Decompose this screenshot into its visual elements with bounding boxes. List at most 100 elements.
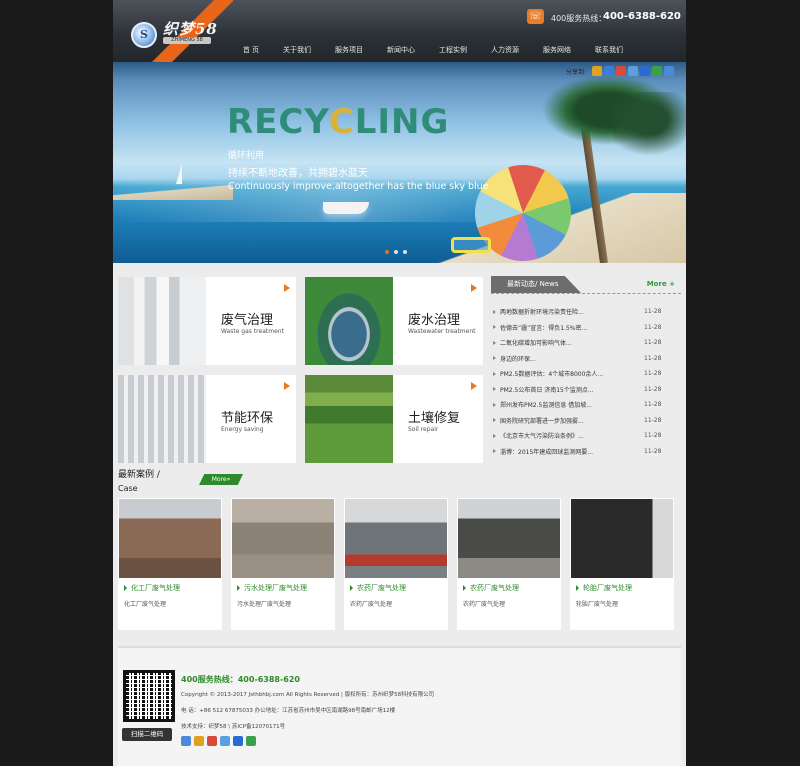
wastewater-image <box>305 277 393 365</box>
banner-slogan-cn2: 持续不断地改善，共拥碧水蓝天 <box>228 168 368 179</box>
share-more-icon[interactable] <box>664 66 674 76</box>
share-wechat-icon[interactable] <box>652 66 662 76</box>
case-description: 轮胎厂废气处理 <box>576 601 619 608</box>
bullet-icon <box>493 387 496 392</box>
news-item[interactable]: 两地数据折射环境污染责任险... 11-28 <box>493 304 679 320</box>
bullet-icon <box>493 356 496 361</box>
news-item[interactable]: PM2.5公布首日 济南15个监测点... 11-28 <box>493 382 679 398</box>
share-more-icon[interactable] <box>181 736 191 746</box>
yacht-image <box>323 202 369 214</box>
slider-dot[interactable] <box>385 250 389 254</box>
footer-contact: 电 话：+86 512 67875033 办公地址：江苏省苏州市吴中区南湖路98… <box>181 708 396 714</box>
news-item[interactable]: 《北京市大气污染防治条例》... 11-28 <box>493 428 679 444</box>
news-item[interactable]: 国务院研究部署进一步加强雾... 11-28 <box>493 413 679 429</box>
share-renren-icon[interactable] <box>628 66 638 76</box>
nav-item-network[interactable]: 服务网络 <box>531 39 583 62</box>
phone-icon: ☏ <box>527 9 544 24</box>
nav-item-about[interactable]: 关于我们 <box>271 39 323 62</box>
service-tile-energy[interactable]: 节能环保 Energy saving <box>118 375 296 463</box>
service-title: 废水治理 <box>408 313 461 328</box>
qr-scan-button[interactable]: 扫描二维码 <box>122 728 172 741</box>
palm-leaves-2 <box>613 92 686 162</box>
news-item[interactable]: 淄博：2015年建成回球监测网要... 11-28 <box>493 444 679 460</box>
share-renren-icon[interactable] <box>220 736 230 746</box>
nav-item-hr[interactable]: 人力资源 <box>479 39 531 62</box>
bullet-icon <box>493 325 496 330</box>
bullet-icon <box>493 418 496 423</box>
cases-more-button[interactable]: More» <box>199 474 243 485</box>
banner-slogan-cn1: 循环利用 <box>228 151 265 161</box>
share-wechat-icon[interactable] <box>246 736 256 746</box>
case-card[interactable]: 轮胎厂废气处理 轮胎厂废气处理 <box>570 498 674 630</box>
qr-code-image <box>123 670 175 722</box>
share-label: 分享到: <box>565 68 586 76</box>
case-image <box>119 499 221 578</box>
case-description: 农药厂废气处理 <box>463 601 506 608</box>
share-bar: 分享到: <box>566 66 674 76</box>
case-image <box>458 499 560 578</box>
slider-dot[interactable] <box>394 250 398 254</box>
main-nav: 首 页 关于我们 服务项目 新闻中心 工程实例 人力资源 服务网络 联系我们 <box>231 39 686 62</box>
hotline-label: 400服务热线： <box>551 14 607 23</box>
nav-item-contact[interactable]: 联系我们 <box>583 39 635 62</box>
bullet-icon <box>493 340 496 345</box>
nav-item-services[interactable]: 服务项目 <box>323 39 375 62</box>
bullet-icon <box>576 585 579 591</box>
bullet-icon <box>493 433 496 438</box>
service-title: 土壤修复 <box>408 411 461 426</box>
bullet-icon <box>350 585 353 591</box>
case-card[interactable]: 化工厂废气处理 化工厂废气处理 <box>118 498 222 630</box>
service-tile-wastewater[interactable]: 废水治理 Wastewater treatment <box>305 277 483 365</box>
case-image <box>345 499 447 578</box>
news-header: 最新动态/ News More + <box>491 276 681 294</box>
logo-text[interactable]: 织梦58 <box>163 18 218 39</box>
slider-dots <box>385 250 407 254</box>
banner-headline: RECYCLING <box>227 102 450 142</box>
news-item[interactable]: 二氧化碳增加可影响气体... 11-28 <box>493 335 679 351</box>
news-more-link[interactable]: More + <box>647 280 675 288</box>
case-description: 污水处理厂废气处理 <box>237 601 292 608</box>
sunglasses-image <box>451 237 491 253</box>
waste-gas-image <box>118 277 206 365</box>
service-title: 节能环保 <box>221 411 274 426</box>
cases-title-en: Case <box>118 484 138 493</box>
news-item[interactable]: 身边的环保... 11-28 <box>493 351 679 367</box>
sailboat-icon <box>176 164 182 184</box>
share-baidu-icon[interactable] <box>640 66 650 76</box>
arrow-icon <box>471 382 477 390</box>
bullet-icon <box>463 585 466 591</box>
share-weibo-icon[interactable] <box>207 736 217 746</box>
bullet-icon <box>493 371 496 376</box>
case-card[interactable]: 污水处理厂废气处理 污水处理厂废气处理 <box>231 498 335 630</box>
news-title: 最新动态/ News <box>491 276 581 293</box>
news-item[interactable]: PM2.5数据评估：4个城市8000余人... 11-28 <box>493 366 679 382</box>
share-qzone-icon[interactable] <box>592 66 602 76</box>
service-tile-soil[interactable]: 土壤修复 Soil repair <box>305 375 483 463</box>
news-item[interactable]: 郑州发布PM2.5监测信息 借加坡... 11-28 <box>493 397 679 413</box>
case-caption: 农药厂废气处理 <box>350 583 406 593</box>
slider-dot[interactable] <box>403 250 407 254</box>
share-tencent-icon[interactable] <box>604 66 614 76</box>
bullet-icon <box>493 402 496 407</box>
case-card[interactable]: 农药厂废气处理 农药厂废气处理 <box>344 498 448 630</box>
service-title: 废气治理 <box>221 313 274 328</box>
nav-item-news[interactable]: 新闻中心 <box>375 39 427 62</box>
banner-slogan-en: Continuously improve,altogether has the … <box>228 181 489 192</box>
news-item[interactable]: 佐德去“霾”宣言：得负1.5%密... 11-28 <box>493 320 679 336</box>
share-qzone-icon[interactable] <box>194 736 204 746</box>
footer: 扫描二维码 400服务热线：400-6388-620 Copyright © 2… <box>118 646 681 766</box>
nav-item-projects[interactable]: 工程实例 <box>427 39 479 62</box>
logo-subtitle: ZHIMENG 58 <box>163 37 211 44</box>
case-caption: 农药厂废气处理 <box>463 583 519 593</box>
share-baidu-icon[interactable] <box>233 736 243 746</box>
case-card[interactable]: 农药厂废气处理 农药厂废气处理 <box>457 498 561 630</box>
banner[interactable]: 分享到: RECYCLING 循环利用 持续不断地改善，共拥碧水蓝天 Conti… <box>113 62 686 263</box>
logo-icon[interactable]: S <box>131 22 157 48</box>
service-subtitle: Waste gas treatment <box>221 328 284 335</box>
nav-item-home[interactable]: 首 页 <box>231 39 271 62</box>
case-image <box>571 499 673 578</box>
bullet-icon <box>237 585 240 591</box>
service-tile-waste-gas[interactable]: 废气治理 Waste gas treatment <box>118 277 296 365</box>
case-description: 农药厂废气处理 <box>350 601 393 608</box>
share-weibo-icon[interactable] <box>616 66 626 76</box>
